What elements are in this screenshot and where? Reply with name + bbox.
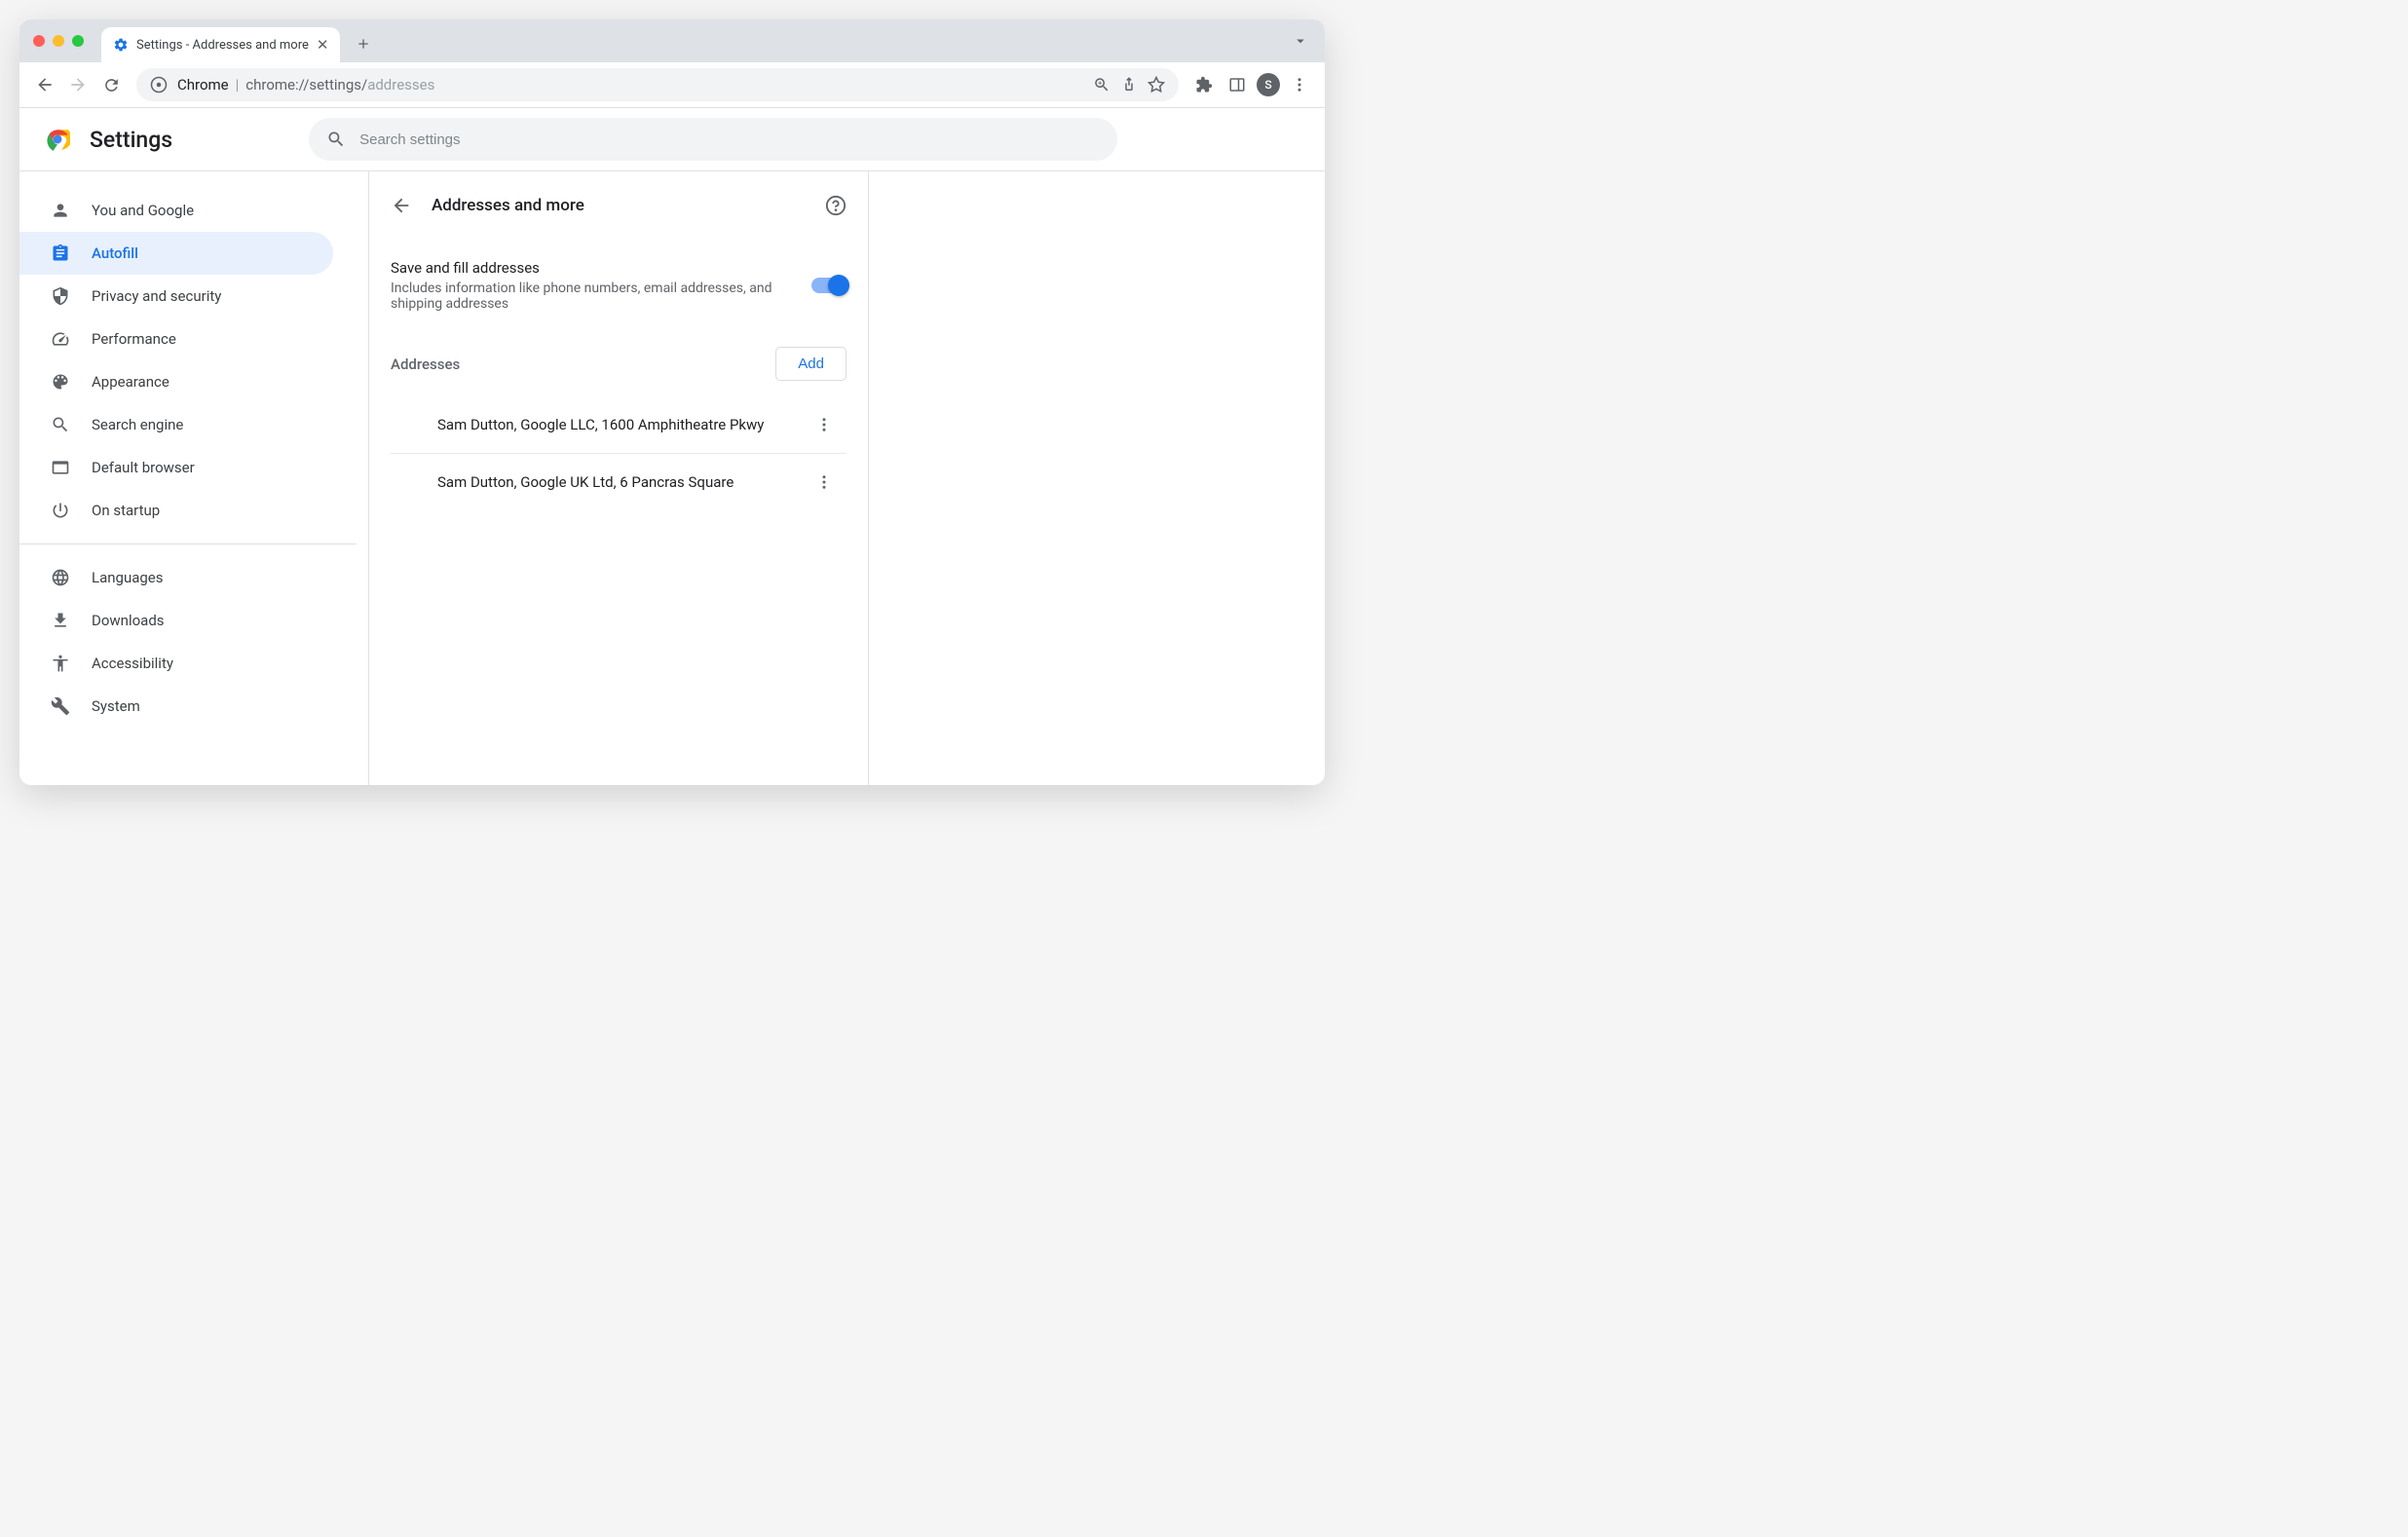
- addresses-label: Addresses: [391, 356, 775, 373]
- sidebar-item-default-browser[interactable]: Default browser: [19, 446, 333, 489]
- sidebar-item-languages[interactable]: Languages: [19, 556, 333, 599]
- chrome-logo-icon: [45, 127, 70, 152]
- extensions-button[interactable]: [1190, 71, 1218, 98]
- sidebar-label: On startup: [92, 502, 160, 519]
- app-title: Settings: [90, 127, 172, 153]
- tab-title: Settings - Addresses and more: [136, 38, 309, 53]
- setting-title: Save and fill addresses: [391, 259, 811, 277]
- address-text: Sam Dutton, Google LLC, 1600 Amphitheatr…: [437, 416, 811, 433]
- power-icon: [51, 501, 70, 520]
- bookmark-icon[interactable]: [1148, 76, 1165, 94]
- zoom-icon[interactable]: [1093, 76, 1110, 94]
- sidebar-item-autofill[interactable]: Autofill: [19, 232, 333, 275]
- address-actions-button[interactable]: [811, 412, 837, 437]
- sidebar-label: Languages: [92, 569, 164, 586]
- download-icon: [51, 611, 70, 630]
- shield-icon: [51, 286, 70, 306]
- sidebar-label: Appearance: [92, 373, 169, 391]
- url-text: Chrome | chrome:// settings/ addresses: [177, 76, 1083, 94]
- sidebar-label: Default browser: [92, 459, 195, 476]
- profile-avatar[interactable]: S: [1257, 73, 1280, 96]
- sidebar-item-accessibility[interactable]: Accessibility: [19, 642, 333, 685]
- back-button[interactable]: [31, 71, 58, 98]
- address-actions-button[interactable]: [811, 469, 837, 495]
- search-settings-input[interactable]: [359, 131, 1100, 148]
- palette-icon: [51, 372, 70, 392]
- content-area: Addresses and more Save and fill address…: [368, 171, 869, 785]
- sidebar-item-on-startup[interactable]: On startup: [19, 489, 333, 532]
- sidebar-label: Autofill: [92, 244, 138, 262]
- browser-window: Settings - Addresses and more ✕ Chrome |: [19, 19, 1325, 785]
- speedometer-icon: [51, 329, 70, 349]
- sidebar-item-privacy[interactable]: Privacy and security: [19, 275, 333, 318]
- globe-icon: [51, 568, 70, 587]
- sidebar-item-downloads[interactable]: Downloads: [19, 599, 333, 642]
- sidebar-label: System: [92, 697, 140, 715]
- sidepanel-button[interactable]: [1223, 71, 1251, 98]
- sidebar: You and Google Autofill Privacy and secu…: [19, 171, 368, 785]
- window-controls: [33, 35, 84, 47]
- right-gutter: [869, 171, 1325, 785]
- address-row[interactable]: Sam Dutton, Google LLC, 1600 Amphitheatr…: [391, 396, 847, 454]
- address-bar[interactable]: Chrome | chrome:// settings/ addresses: [136, 68, 1179, 101]
- clipboard-icon: [51, 244, 70, 263]
- sidebar-item-performance[interactable]: Performance: [19, 318, 333, 360]
- back-arrow-button[interactable]: [391, 195, 412, 216]
- minimize-window-button[interactable]: [53, 35, 64, 47]
- avatar-letter: S: [1264, 78, 1271, 92]
- save-fill-addresses-row: Save and fill addresses Includes informa…: [391, 259, 847, 312]
- accessibility-icon: [51, 654, 70, 673]
- new-tab-button[interactable]: [352, 32, 375, 56]
- sidebar-item-appearance[interactable]: Appearance: [19, 360, 333, 403]
- share-icon[interactable]: [1120, 76, 1138, 94]
- url-path: settings/: [309, 76, 367, 94]
- maximize-window-button[interactable]: [72, 35, 84, 47]
- add-address-button[interactable]: Add: [775, 347, 847, 381]
- person-icon: [51, 201, 70, 220]
- addresses-section-header: Addresses Add: [391, 347, 847, 381]
- setting-description: Includes information like phone numbers,…: [391, 281, 811, 312]
- search-settings-box[interactable]: [309, 118, 1117, 161]
- sidebar-item-system[interactable]: System: [19, 685, 333, 728]
- sidebar-label: Privacy and security: [92, 287, 221, 305]
- settings-header: Settings: [19, 107, 1325, 171]
- browser-icon: [51, 458, 70, 477]
- page-header: Addresses and more: [391, 195, 847, 216]
- wrench-icon: [51, 696, 70, 716]
- chrome-menu-button[interactable]: [1286, 71, 1313, 98]
- close-window-button[interactable]: [33, 35, 45, 47]
- address-text: Sam Dutton, Google UK Ltd, 6 Pancras Squ…: [437, 473, 811, 491]
- help-button[interactable]: [825, 195, 847, 216]
- forward-button[interactable]: [64, 71, 92, 98]
- close-tab-button[interactable]: ✕: [317, 36, 329, 54]
- browser-toolbar: Chrome | chrome:// settings/ addresses: [19, 62, 1325, 107]
- sidebar-label: Downloads: [92, 612, 165, 629]
- page-title: Addresses and more: [432, 196, 806, 215]
- url-scheme: chrome://: [245, 76, 309, 94]
- address-row[interactable]: Sam Dutton, Google UK Ltd, 6 Pancras Squ…: [391, 454, 847, 510]
- address-list: Sam Dutton, Google LLC, 1600 Amphitheatr…: [391, 396, 847, 510]
- gear-icon: [113, 37, 129, 53]
- site-info-icon[interactable]: [150, 76, 168, 94]
- save-fill-toggle[interactable]: [811, 278, 847, 293]
- tabs-dropdown-button[interactable]: [1292, 32, 1309, 50]
- sidebar-label: Performance: [92, 330, 176, 348]
- sidebar-label: You and Google: [92, 202, 194, 219]
- url-chrome-label: Chrome: [177, 76, 229, 94]
- sidebar-label: Accessibility: [92, 655, 173, 672]
- browser-tab[interactable]: Settings - Addresses and more ✕: [101, 27, 340, 62]
- settings-body: You and Google Autofill Privacy and secu…: [19, 171, 1325, 785]
- url-page: addresses: [367, 76, 434, 94]
- sidebar-item-search-engine[interactable]: Search engine: [19, 403, 333, 446]
- reload-button[interactable]: [97, 71, 125, 98]
- titlebar: Settings - Addresses and more ✕: [19, 19, 1325, 62]
- sidebar-item-you-and-google[interactable]: You and Google: [19, 189, 333, 232]
- search-icon: [51, 415, 70, 434]
- search-icon: [326, 130, 346, 149]
- sidebar-label: Search engine: [92, 416, 183, 433]
